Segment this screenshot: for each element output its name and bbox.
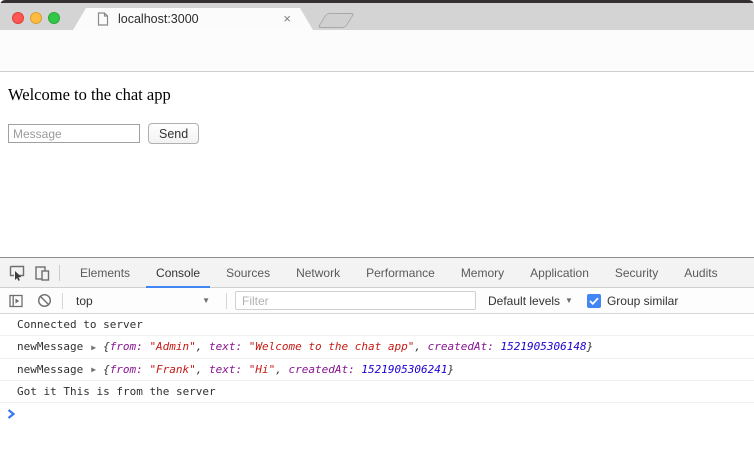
tab-title: localhost:3000 <box>118 12 199 26</box>
devtools-panel: Elements Console Sources Network Performance… <box>0 257 754 461</box>
preview-brace: { <box>103 340 110 353</box>
console-message-label: newMessage <box>17 340 84 353</box>
devtools-tab-network[interactable]: Network <box>286 258 350 287</box>
page-favicon-icon <box>97 12 109 26</box>
console-row: newMessage ▶ {from: "Admin", text: "Welcom… <box>0 336 754 359</box>
fullscreen-window-button[interactable] <box>48 12 60 24</box>
console-prompt-icon <box>7 409 16 419</box>
preview-sep: , <box>275 362 289 376</box>
minimize-window-button[interactable] <box>30 12 42 24</box>
preview-num: 1521905306241 <box>361 362 448 376</box>
devtools-tabs: Elements Console Sources Network Performance… <box>67 258 731 288</box>
console-filter-input[interactable] <box>235 291 476 310</box>
checkmark-icon <box>589 297 599 305</box>
devtools-tab-security[interactable]: Security <box>605 258 668 287</box>
browser-tab[interactable]: localhost:3000 × <box>73 8 313 30</box>
expand-object-icon[interactable]: ▶ <box>91 359 96 380</box>
preview-brace: { <box>103 362 110 376</box>
toolbar-divider <box>59 264 60 281</box>
console-sidebar-toggle-icon[interactable] <box>9 294 23 308</box>
preview-num: 1521905306148 <box>500 340 587 353</box>
devtools-tab-application[interactable]: Application <box>520 258 599 287</box>
object-preview: {from: "Frank", text: "Hi", createdAt: 1… <box>103 363 454 376</box>
context-label: top <box>76 293 93 308</box>
preview-key: createdAt: <box>427 340 501 353</box>
browser-toolbar: localhost:3000 <box>0 30 754 98</box>
console-messages: Connected to server newMessage ▶ {from: "Ad… <box>0 314 754 403</box>
devtools-tab-elements[interactable]: Elements <box>70 258 140 287</box>
preview-str: "Hi" <box>248 362 276 376</box>
console-toolbar: top ▼ Default levels ▼ Group similar <box>0 288 754 314</box>
close-window-button[interactable] <box>12 12 24 24</box>
preview-key: text: <box>209 340 249 353</box>
preview-str: "Admin" <box>149 340 196 353</box>
group-similar-label: Group similar <box>606 293 679 308</box>
preview-sep: , <box>195 340 210 353</box>
console-row: Connected to server <box>0 314 754 336</box>
execution-context-selector[interactable]: top ▼ <box>70 294 216 308</box>
object-preview: {from: "Admin", text: "Welcome to the ch… <box>103 340 593 353</box>
page-heading: Welcome to the chat app <box>8 85 171 104</box>
log-levels-dropdown[interactable]: Default levels ▼ <box>488 294 573 308</box>
devtools-tab-audits[interactable]: Audits <box>674 258 727 287</box>
preview-key: createdAt: <box>288 362 362 376</box>
preview-key: from: <box>109 340 150 353</box>
new-tab-button[interactable] <box>317 13 355 28</box>
devtools-tab-performance[interactable]: Performance <box>356 258 445 287</box>
toolbar-divider <box>62 292 63 309</box>
preview-brace: } <box>586 340 594 353</box>
preview-str: "Frank" <box>149 362 196 376</box>
chevron-down-icon: ▼ <box>202 296 210 305</box>
devtools-tab-sources[interactable]: Sources <box>216 258 280 287</box>
console-log-text: Connected to server <box>17 318 143 331</box>
expand-object-icon[interactable]: ▶ <box>91 337 96 358</box>
preview-key: text: <box>209 362 249 376</box>
devtools-tab-memory[interactable]: Memory <box>451 258 514 287</box>
console-prompt[interactable] <box>0 403 754 425</box>
group-similar-checkbox[interactable] <box>586 293 601 308</box>
preview-sep: , <box>414 340 428 353</box>
toolbar-divider <box>226 292 227 309</box>
console-row: Got it This is from the server <box>0 381 754 403</box>
devtools-tab-console[interactable]: Console <box>146 258 211 288</box>
preview-sep: , <box>195 362 210 376</box>
device-toolbar-icon[interactable] <box>34 265 50 281</box>
message-input[interactable] <box>8 124 140 143</box>
browser-tab-bar: localhost:3000 × <box>0 3 754 30</box>
chevron-down-icon: ▼ <box>565 296 573 305</box>
preview-key: from: <box>109 362 150 376</box>
browser-window: localhost:3000 × localhost:3000 We <box>0 0 754 461</box>
console-message-label: newMessage <box>17 362 84 376</box>
preview-str: "Welcome to the chat app" <box>248 340 415 353</box>
console-row: newMessage ▶ {from: "Frank", text: "Hi", c… <box>0 359 754 381</box>
preview-brace: } <box>447 362 455 376</box>
levels-label: Default levels <box>488 293 561 308</box>
console-log-text: Got it This is from the server <box>17 385 216 398</box>
tab-close-icon[interactable]: × <box>283 11 291 27</box>
send-button[interactable]: Send <box>148 123 200 144</box>
web-page-content: Welcome to the chat app Send <box>0 72 754 257</box>
clear-console-icon[interactable] <box>37 293 52 308</box>
devtools-tab-bar: Elements Console Sources Network Performance… <box>0 258 754 288</box>
inspect-element-icon[interactable] <box>9 265 25 281</box>
